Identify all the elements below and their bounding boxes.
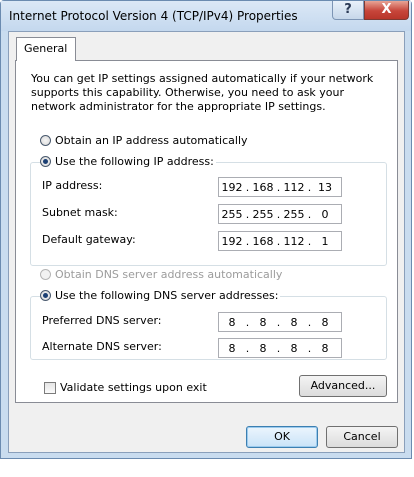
preferred-dns-input[interactable]: 8. 8. 8. 8: [218, 312, 342, 332]
cancel-button[interactable]: Cancel: [326, 426, 398, 448]
default-gateway-input[interactable]: 192. 168. 112. 1: [218, 231, 342, 251]
dns-manual-radio-row[interactable]: Use the following DNS server addresses:: [40, 289, 281, 302]
adns-octet-1: 8: [228, 341, 236, 355]
close-button[interactable]: X: [364, 1, 409, 20]
general-tab-panel: You can get IP settings assigned automat…: [15, 60, 398, 403]
mask-octet-4: 0: [321, 207, 329, 221]
advanced-button[interactable]: Advanced...: [299, 375, 387, 397]
dns-manual-radio[interactable]: [40, 290, 51, 301]
adns-octet-3: 8: [290, 341, 298, 355]
tab-general-label: General: [24, 42, 68, 55]
ip-octet-1: 192: [221, 180, 243, 194]
ip-auto-radio[interactable]: [40, 135, 51, 146]
help-button[interactable]: ?: [332, 1, 364, 20]
mask-octet-2: 255: [252, 207, 274, 221]
window-title: Internet Protocol Version 4 (TCP/IPv4) P…: [9, 9, 298, 23]
preferred-dns-label: Preferred DNS server:: [42, 314, 162, 327]
validate-checkbox[interactable]: [44, 381, 56, 394]
tab-general[interactable]: General: [16, 37, 76, 61]
mask-octet-3: 255: [283, 207, 305, 221]
dns-auto-radio[interactable]: [40, 269, 51, 280]
ip-manual-radio-row[interactable]: Use the following IP address:: [40, 155, 216, 168]
dns-manual-label: Use the following DNS server addresses:: [55, 289, 279, 302]
title-bar[interactable]: Internet Protocol Version 4 (TCP/IPv4) P…: [1, 1, 411, 31]
dialog-client-area: General You can get IP settings assigned…: [8, 31, 405, 453]
gateway-octet-2: 168: [252, 234, 274, 248]
mask-octet-1: 255: [221, 207, 243, 221]
validate-label: Validate settings upon exit: [60, 381, 207, 394]
ip-manual-radio[interactable]: [40, 156, 51, 167]
ip-auto-label: Obtain an IP address automatically: [55, 134, 248, 147]
pdns-octet-1: 8: [228, 315, 236, 329]
ip-address-input[interactable]: 192. 168. 112. 13: [218, 177, 342, 197]
description-text: You can get IP settings assigned automat…: [31, 72, 374, 113]
dns-auto-label: Obtain DNS server address automatically: [55, 268, 283, 281]
adns-octet-4: 8: [321, 341, 329, 355]
pdns-octet-3: 8: [290, 315, 298, 329]
pdns-octet-2: 8: [259, 315, 267, 329]
gateway-octet-3: 112: [283, 234, 305, 248]
validate-checkbox-row[interactable]: Validate settings upon exit: [44, 381, 207, 394]
dns-auto-radio-row[interactable]: Obtain DNS server address automatically: [40, 268, 282, 281]
ip-address-label: IP address:: [42, 179, 103, 192]
gateway-octet-4: 1: [321, 234, 329, 248]
adns-octet-2: 8: [259, 341, 267, 355]
default-gateway-label: Default gateway:: [42, 233, 136, 246]
pdns-octet-4: 8: [321, 315, 329, 329]
ok-button[interactable]: OK: [246, 426, 318, 448]
ip-octet-2: 168: [252, 180, 274, 194]
alternate-dns-input[interactable]: 8. 8. 8. 8: [218, 338, 342, 358]
subnet-mask-input[interactable]: 255. 255. 255. 0: [218, 204, 342, 224]
ip-auto-radio-row[interactable]: Obtain an IP address automatically: [40, 134, 248, 147]
ip-octet-4: 13: [318, 180, 332, 194]
ip-octet-3: 112: [283, 180, 305, 194]
alternate-dns-label: Alternate DNS server:: [42, 340, 162, 353]
gateway-octet-1: 192: [221, 234, 243, 248]
ip-manual-label: Use the following IP address:: [55, 155, 214, 168]
dialog-window: Internet Protocol Version 4 (TCP/IPv4) P…: [0, 0, 412, 459]
subnet-mask-label: Subnet mask:: [42, 206, 118, 219]
